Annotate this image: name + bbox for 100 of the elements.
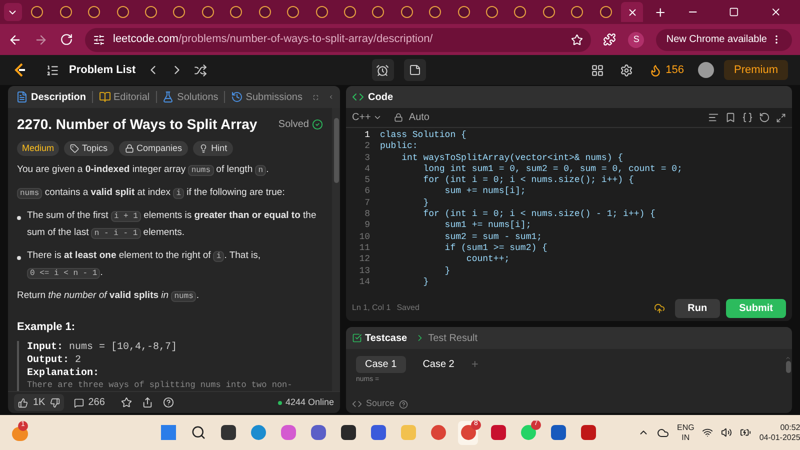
online-count: 4244 Online <box>285 396 334 409</box>
restore-icon[interactable] <box>729 7 740 17</box>
panel-tab[interactable]: Description <box>14 90 88 104</box>
bookmark-icon[interactable] <box>725 112 736 123</box>
help-icon[interactable] <box>162 397 174 408</box>
site-favicon-icon <box>542 6 555 18</box>
thumbs-up-icon[interactable] <box>18 398 28 408</box>
line-number: 2 <box>364 141 370 153</box>
browser-tab[interactable] <box>621 2 643 22</box>
bullet-icon <box>17 216 21 220</box>
bullet-icon <box>17 256 21 260</box>
share-icon[interactable] <box>142 397 153 408</box>
update-button[interactable]: New Chrome available <box>656 28 792 50</box>
problem-title: 2270. Number of Ways to Split Array <box>17 115 258 134</box>
battery-icon[interactable] <box>740 427 752 438</box>
lightbulb-icon <box>199 144 208 153</box>
site-favicon-icon <box>230 6 242 18</box>
clock-time[interactable]: 00:52 <box>780 422 800 432</box>
back-icon[interactable] <box>8 32 22 46</box>
check-circle-icon <box>312 119 323 130</box>
case-tab[interactable]: Case 1 <box>356 356 406 372</box>
close-icon[interactable] <box>770 6 782 18</box>
help-icon[interactable] <box>398 400 408 408</box>
volume-icon[interactable] <box>721 427 732 438</box>
shuffle-icon[interactable] <box>194 64 207 76</box>
list-icon[interactable] <box>46 64 59 76</box>
panel-tab[interactable]: Editorial <box>96 90 152 104</box>
site-settings-icon[interactable] <box>93 34 105 46</box>
site-favicon-icon <box>116 6 129 18</box>
grid-icon[interactable] <box>590 64 604 76</box>
cloud-icon[interactable] <box>657 426 669 438</box>
new-tab-icon[interactable] <box>654 6 667 18</box>
close-icon[interactable] <box>626 6 638 18</box>
language-select[interactable]: C++ <box>352 110 382 125</box>
settings-icon[interactable] <box>620 64 633 76</box>
line-number: 6 <box>364 186 370 198</box>
site-logo-icon[interactable] <box>12 62 28 78</box>
tab-list-button[interactable] <box>4 3 22 21</box>
save-status: Saved <box>396 302 420 314</box>
comment-icon[interactable] <box>74 398 84 408</box>
book-icon <box>98 91 111 103</box>
expand-icon[interactable] <box>776 112 786 122</box>
line-number: 10 <box>359 232 370 243</box>
extensions-icon[interactable] <box>603 33 616 46</box>
site-favicon-icon <box>372 6 384 18</box>
panel-tab[interactable]: Submissions <box>228 90 304 104</box>
history-icon <box>230 91 243 103</box>
premium-button[interactable]: Premium <box>724 60 788 80</box>
site-favicon-icon <box>287 6 300 18</box>
wifi-icon[interactable] <box>702 427 714 438</box>
language-indicator[interactable]: ENG <box>677 422 694 432</box>
code-line: } <box>444 266 452 277</box>
code-line: class Solution { <box>380 130 468 142</box>
reload-icon[interactable] <box>60 33 73 46</box>
problem-list-link[interactable]: Problem List <box>69 62 136 78</box>
code-line: int waysToSplitArray(vector<int>& nums) { <box>400 152 624 164</box>
site-favicon-icon <box>600 6 612 18</box>
scrollbar-thumb[interactable] <box>786 361 790 373</box>
topic-chip[interactable]: Hint <box>193 141 234 156</box>
timer-button[interactable] <box>372 59 394 81</box>
constraint-text: The sum of the first i + 1 elements is greater than or equal to the sum of the last n - i - 1 elements. <box>27 209 318 241</box>
panel-tab[interactable]: Testcase <box>352 330 408 346</box>
topic-chip[interactable]: Topics <box>64 141 114 156</box>
flame-icon <box>648 64 662 76</box>
region-indicator[interactable]: IN <box>682 432 690 442</box>
code-icon <box>352 399 362 409</box>
panel-tab[interactable]: Test Result <box>415 330 478 346</box>
address-bar[interactable]: leetcode.com/problems/number-of-ways-to-split-array/description/ <box>85 28 592 52</box>
reset-icon[interactable] <box>759 112 770 123</box>
source-link[interactable]: Source <box>366 397 395 411</box>
code-icon <box>352 91 364 103</box>
upload-icon[interactable] <box>654 302 665 314</box>
search-icon <box>190 425 206 440</box>
document-icon <box>16 91 28 103</box>
chevron-down-icon <box>372 113 382 122</box>
cursor-position: Ln 1, Col 1 <box>352 302 391 314</box>
forward-icon[interactable] <box>34 32 48 46</box>
thumbs-down-icon[interactable] <box>50 398 60 408</box>
comment-count: 266 <box>88 396 105 410</box>
topic-chip[interactable]: Companies <box>118 141 188 156</box>
profile-avatar[interactable]: S <box>628 32 644 48</box>
site-favicon-icon <box>316 6 328 18</box>
case-tab[interactable]: Case 2 <box>414 356 464 372</box>
example-line: Output: 2 <box>27 354 82 367</box>
notes-button[interactable] <box>404 59 426 81</box>
star-icon[interactable] <box>120 397 132 408</box>
problem-paragraph: Return the number of valid splits in nums . <box>17 289 200 304</box>
clock-date[interactable]: 04-01-2025 <box>759 432 800 442</box>
format-icon[interactable] <box>708 112 719 123</box>
alarm-clock-icon <box>376 64 390 76</box>
braces-icon[interactable] <box>742 112 753 123</box>
run-button[interactable]: Run <box>674 298 720 318</box>
panel-tab[interactable]: Solutions <box>160 90 220 104</box>
line-number: 3 <box>364 152 370 164</box>
code-line: public: <box>380 141 419 153</box>
line-number: 1 <box>364 130 370 142</box>
bookmark-star-icon[interactable] <box>571 34 584 46</box>
line-number: 8 <box>364 209 370 220</box>
scrollbar-thumb[interactable] <box>334 118 338 183</box>
user-avatar[interactable] <box>698 62 714 78</box>
